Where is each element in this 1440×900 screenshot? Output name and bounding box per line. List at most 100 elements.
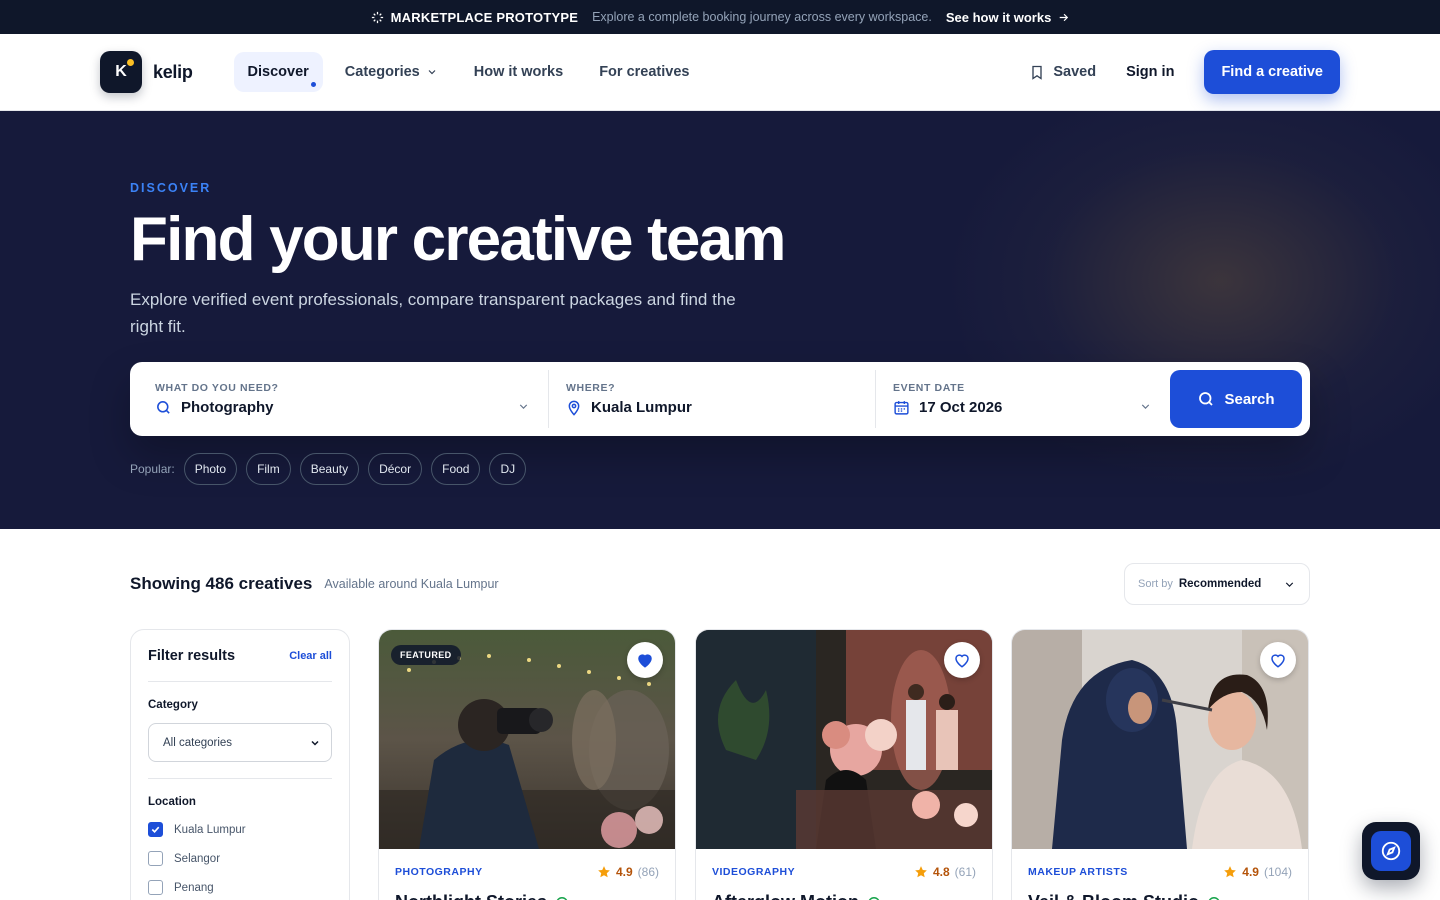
save-favorite-button[interactable] — [627, 642, 663, 678]
location-option-selangor[interactable]: Selangor — [148, 851, 332, 866]
heart-outline-icon — [1271, 654, 1285, 668]
clear-all-button[interactable]: Clear all — [289, 650, 332, 662]
event-date-field[interactable]: EVENT DATE 17 Oct 2026 — [875, 370, 1170, 428]
chevron-down-icon — [1141, 404, 1150, 409]
save-favorite-button[interactable] — [1260, 642, 1296, 678]
card-name: Afterglow Motion — [712, 892, 859, 900]
filter-header: Filter results Clear all — [148, 648, 332, 682]
sort-label: Sort by — [1138, 578, 1173, 590]
chevron-down-icon — [428, 70, 436, 75]
creative-photo — [1012, 630, 1308, 849]
popular-chip-beauty[interactable]: Beauty — [299, 453, 360, 485]
verified-icon — [868, 896, 880, 900]
category-filter-title: Category — [148, 699, 198, 711]
category-select-value: All categories — [163, 736, 233, 749]
arrow-right-icon — [1060, 13, 1069, 21]
location-option-label: Kuala Lumpur — [174, 823, 246, 836]
popular-chip-photo[interactable]: Photo — [183, 453, 238, 485]
map-pin-icon — [568, 400, 580, 416]
location-field-value-row: Kuala Lumpur — [566, 399, 858, 417]
location-option-penang[interactable]: Penang — [148, 880, 332, 895]
location-field-value: Kuala Lumpur — [591, 399, 692, 416]
compass-icon — [1381, 841, 1401, 861]
service-field[interactable]: WHAT DO YOU NEED? Photography — [138, 370, 548, 428]
card-name-row: Veil & Bloom Studio — [1012, 879, 1308, 900]
saved-label: Saved — [1053, 64, 1097, 80]
filter-divider — [148, 778, 332, 779]
creative-card[interactable]: VIDEOGRAPHY 4.8 (61) Afterglow Motion — [695, 629, 993, 900]
logo-mark: K — [100, 51, 142, 93]
card-name-row: Northlight Stories — [379, 879, 675, 900]
results-header: Showing 486 creatives Available around K… — [130, 563, 1310, 605]
card-name: Northlight Stories — [395, 892, 547, 900]
location-option-label: Selangor — [174, 852, 221, 865]
results-count: Showing 486 creatives — [130, 574, 313, 593]
rating-value: 4.9 — [615, 865, 633, 879]
find-creative-button[interactable]: Find a creative — [1204, 50, 1340, 94]
review-count: (61) — [954, 865, 976, 879]
location-field[interactable]: WHERE? Kuala Lumpur — [548, 370, 875, 428]
see-how-it-works-link[interactable]: See how it works — [946, 10, 1070, 25]
save-favorite-button[interactable] — [944, 642, 980, 678]
nav-categories-label: Categories — [344, 64, 420, 80]
announcement-bar: MARKETPLACE PROTOTYPE Explore a complete… — [0, 0, 1440, 34]
logo-letter: K — [115, 63, 127, 80]
checkbox-unchecked[interactable] — [148, 880, 163, 895]
popular-chip-film[interactable]: Film — [246, 453, 291, 485]
rating-value: 4.9 — [1242, 865, 1259, 879]
service-field-value: Photography — [181, 399, 274, 416]
bookmark-icon — [1032, 65, 1043, 80]
location-field-label: WHERE? — [566, 381, 616, 394]
hero-title: Find your creative team — [130, 205, 786, 274]
search-bar: WHAT DO YOU NEED? Photography WHERE? Kua… — [130, 362, 1310, 436]
nav-categories[interactable]: Categories — [331, 52, 452, 92]
explore-fab-inner — [1371, 831, 1411, 871]
popular-chip-decor[interactable]: Décor — [368, 453, 423, 485]
popular-searches: Popular: Photo Film Beauty Décor Food DJ — [130, 453, 527, 485]
star-icon — [915, 866, 927, 878]
logo[interactable]: K kelip — [100, 51, 193, 93]
event-date-label: EVENT DATE — [893, 382, 965, 394]
creative-card[interactable]: MAKEUP ARTISTS 4.9 (104) Veil & Bloom St… — [1011, 629, 1309, 900]
card-rating: 4.9 (104) — [1223, 865, 1292, 879]
popular-chip-dj[interactable]: DJ — [489, 453, 527, 485]
card-name: Veil & Bloom Studio — [1028, 892, 1199, 900]
hero-eyebrow: DISCOVER — [130, 181, 212, 195]
verified-icon — [1208, 896, 1220, 900]
heart-outline-icon — [955, 654, 969, 668]
calendar-icon — [894, 401, 909, 415]
checkbox-unchecked[interactable] — [148, 851, 163, 866]
card-rating: 4.8 (61) — [914, 865, 976, 879]
card-meta: VIDEOGRAPHY 4.8 (61) — [696, 849, 992, 879]
chevron-down-icon — [519, 404, 528, 409]
saved-button[interactable]: Saved — [1029, 64, 1096, 81]
sort-dropdown[interactable]: Sort by Recommended — [1124, 563, 1310, 605]
nav-discover[interactable]: Discover — [233, 52, 323, 92]
results-area: Available around Kuala Lumpur — [324, 577, 499, 591]
location-option-kuala-lumpur[interactable]: Kuala Lumpur — [148, 822, 332, 837]
heart-filled-icon — [638, 654, 652, 668]
search-button[interactable]: Search — [1170, 370, 1302, 428]
filter-title: Filter results — [148, 648, 236, 664]
popular-chip-food[interactable]: Food — [431, 453, 481, 485]
hero-subtitle: Explore verified event professionals, co… — [130, 290, 736, 337]
filter-panel: Filter results Clear all Category All ca… — [130, 629, 350, 900]
card-rating: 4.9 (86) — [597, 865, 659, 879]
verified-icon — [556, 896, 568, 900]
sign-in-link[interactable]: Sign in — [1126, 64, 1174, 80]
creative-card[interactable]: FEATURED PHOTOGRAPHY 4.9 (86) Northlight… — [378, 629, 676, 900]
creative-photo: FEATURED — [379, 630, 675, 849]
sparkle-icon — [371, 11, 383, 23]
rating-value: 4.8 — [932, 865, 950, 879]
review-count: (86) — [637, 865, 659, 879]
chevron-down-icon — [311, 740, 319, 746]
nav-how-it-works[interactable]: How it works — [460, 52, 577, 92]
category-select[interactable]: All categories — [148, 723, 332, 762]
see-how-it-works-label: See how it works — [945, 9, 1052, 25]
creative-photo — [696, 630, 992, 849]
explore-fab-button[interactable] — [1362, 822, 1420, 880]
checkbox-checked[interactable] — [148, 822, 163, 837]
card-meta: MAKEUP ARTISTS 4.9 (104) — [1012, 849, 1308, 879]
nav-for-creatives[interactable]: For creatives — [585, 52, 703, 92]
main-nav: K kelip Discover Categories How it works… — [0, 34, 1440, 111]
